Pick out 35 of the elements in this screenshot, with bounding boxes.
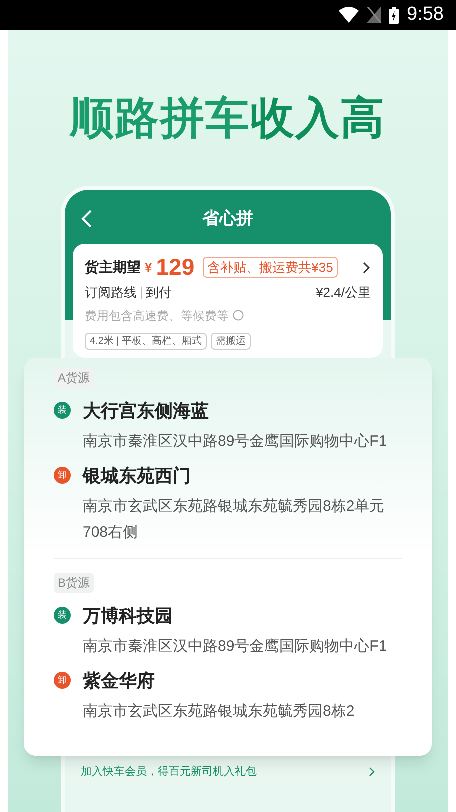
stop-name: 银城东苑西门 [83,465,192,488]
stop-address: 南京市秦淮区汉中路89号金鹰国际购物中心F1 [83,637,388,657]
headline: 顺路拼车收入高 [70,93,386,145]
currency-sign: ¥ [145,258,152,277]
stop-name: 万博科技园 [83,605,174,628]
chevron-right-icon [369,766,375,777]
stop-badge: 卸 [54,672,71,689]
subsidy-tag: 含补贴、搬运费共¥35 [202,256,338,278]
stop-name: 紫金华府 [83,670,156,693]
battery-icon [389,6,400,24]
fee-note: 费用包含高速费、等候费等 [85,308,229,324]
source-label: B货源 [54,573,94,593]
stop-name: 大行宫东侧海蓝 [83,400,210,423]
source-label: A货源 [54,368,94,388]
no-signal-icon [367,7,382,23]
stop-badge: 卸 [54,467,71,484]
price-label: 货主期望 [85,258,141,277]
chevron-right-icon [363,262,371,274]
order-card[interactable]: 货主期望 ¥ 129 含补贴、搬运费共¥35 订阅路线 到付 ¥2.4/公里 费用包含高速费、等候费等 4.2米 | 平板、高栏、厢式 需搬运 [73,244,383,358]
payment-type: 到付 [146,284,172,302]
rate-per-km: ¥2.4/公里 [316,284,371,302]
banner-text: 加入快车会员，得百元新司机入礼包 [81,764,258,780]
back-icon[interactable] [81,208,93,229]
vehicle-tag: 需搬运 [211,332,252,350]
clock-time: 9:58 [407,2,444,27]
stop-badge: 装 [54,402,71,419]
stop-address: 南京市玄武区东苑路银城东苑毓秀园8栋2 [83,702,355,722]
price-amount: 129 [156,256,195,279]
vehicle-tag: 4.2米 | 平板、高栏、厢式 [85,332,208,350]
screen-title: 省心拼 [202,208,254,230]
stop-badge: 装 [54,607,71,624]
route-label: 订阅路线 [85,284,137,302]
stop-address: 南京市玄武区东苑路银城东苑毓秀园8栋2单元708右侧 [83,497,386,543]
stop-address: 南京市秦淮区汉中路89号金鹰国际购物中心F1 [83,432,388,452]
wifi-icon [339,7,360,23]
